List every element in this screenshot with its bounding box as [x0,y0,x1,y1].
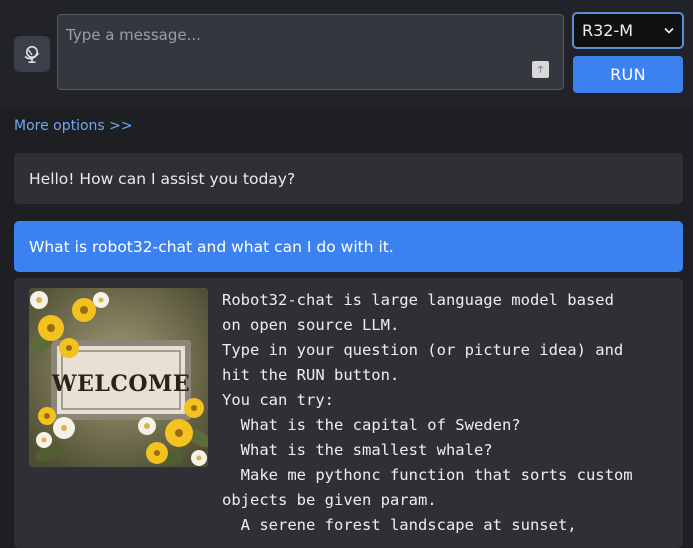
bot-message: Hello! How can I assist you today? [14,153,683,204]
response-line: You can try: [222,391,334,409]
response-line: Make me pythonc function that sorts cust… [222,466,633,484]
response-line: on open source LLM. [222,316,400,334]
response-line: A serene forest landscape at sunset, [222,516,577,534]
chevron-down-icon [664,27,674,34]
top-bar: R32-M RUN [0,0,693,108]
arrow-up-icon [537,65,544,73]
message-input[interactable] [58,15,563,89]
response-line: Type in your question (or picture idea) … [222,341,624,359]
bot-response: WELCOME Robot32-chat is large language m… [14,278,683,548]
response-line: objects be given param. [222,491,437,509]
user-message-text: What is robot32-chat and what can I do w… [29,237,394,256]
response-line: hit the RUN button. [222,366,400,384]
more-options-link[interactable]: More options >> [14,118,133,134]
globe-button[interactable] [14,36,50,72]
run-button[interactable]: RUN [573,56,683,93]
response-line: What is the capital of Sweden? [222,416,521,434]
response-text: Robot32-chat is large language model bas… [222,288,672,538]
globe-icon [24,46,40,63]
response-line: What is the smallest whale? [222,441,493,459]
welcome-image: WELCOME [29,288,208,467]
upload-icon[interactable] [532,61,549,78]
response-line: Robot32-chat is large language model bas… [222,291,614,309]
user-message: What is robot32-chat and what can I do w… [14,221,683,272]
message-input-box [57,14,564,90]
model-select[interactable]: R32-M [572,12,684,49]
bot-message-text: Hello! How can I assist you today? [29,169,296,188]
model-select-value: R32-M [582,21,634,40]
svg-text:WELCOME: WELCOME [51,371,190,397]
